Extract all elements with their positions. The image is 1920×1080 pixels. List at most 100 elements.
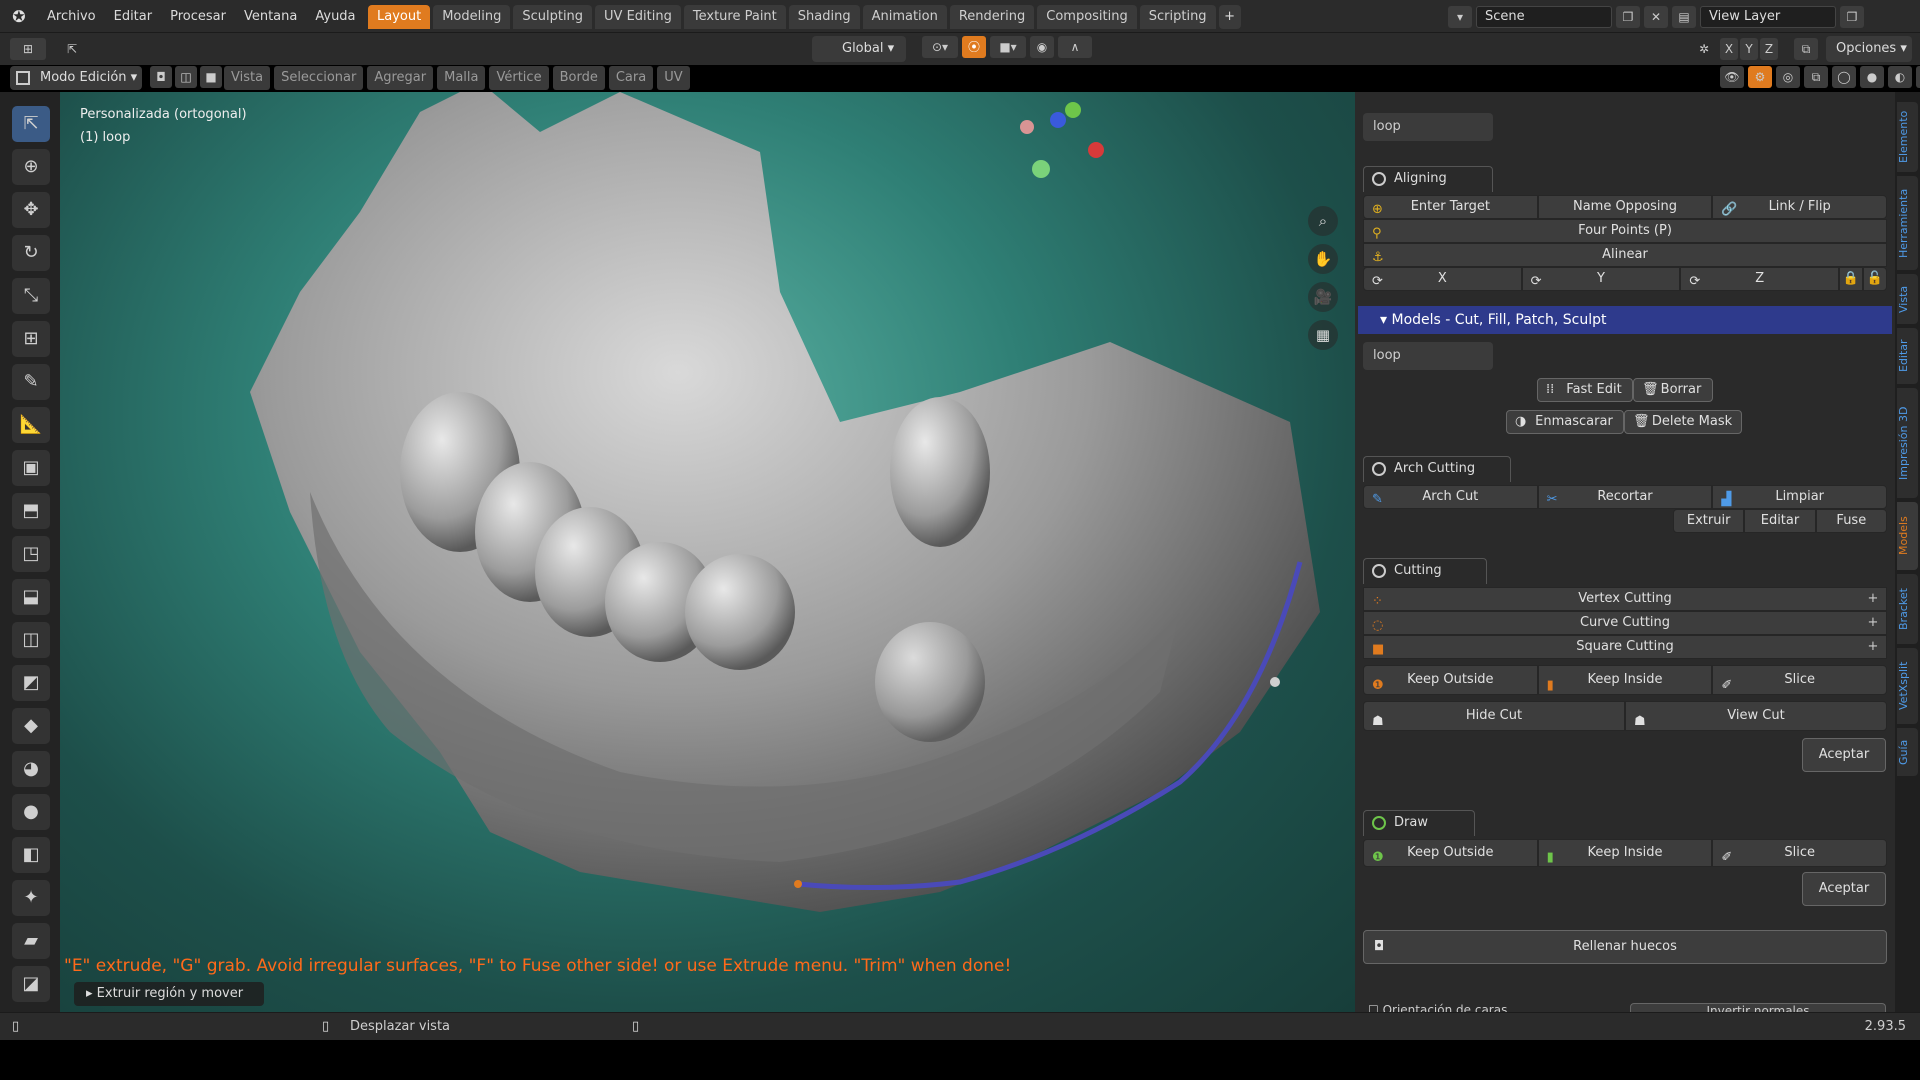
axis-y-toggle[interactable]: Y	[1740, 38, 1758, 60]
overlay-mirror-icon[interactable]: ⧉	[1794, 38, 1818, 60]
tab-bracket[interactable]: Bracket	[1897, 574, 1918, 644]
view-cut-button[interactable]: ☗ View Cut	[1625, 701, 1887, 731]
scene-field[interactable]: Scene	[1476, 6, 1612, 28]
pan-hand-icon[interactable]: ✋	[1308, 244, 1338, 274]
lock-button-1[interactable]: 🔒	[1839, 267, 1864, 291]
edge-select-icon[interactable]: ◫	[175, 66, 197, 88]
measure-icon[interactable]: 📐	[12, 407, 50, 443]
invertir-normales-button[interactable]: Invertir normales	[1630, 1003, 1886, 1012]
menu-archivo[interactable]: Archivo	[38, 9, 105, 24]
arch-cutting-tab[interactable]: Arch Cutting Tool	[1363, 456, 1511, 500]
tab-rendering[interactable]: Rendering	[949, 5, 1035, 29]
menu-vista[interactable]: Vista	[224, 66, 271, 90]
axis-x-toggle[interactable]: X	[1720, 38, 1738, 60]
tab-sculpting[interactable]: Sculpting	[513, 5, 593, 29]
rotate-icon[interactable]: ↻	[12, 235, 50, 271]
menu-borde[interactable]: Borde	[552, 66, 605, 90]
lasso-slice-button[interactable]: ✐ Slice	[1712, 839, 1888, 867]
tab-layout[interactable]: Layout	[368, 5, 431, 29]
rotate-y-button[interactable]: ⟳ Y	[1521, 267, 1681, 291]
models-name-field[interactable]: loop	[1363, 342, 1493, 370]
limpiar-button[interactable]: ▟ Limpiar	[1712, 485, 1888, 509]
shear-icon[interactable]: ▰	[12, 923, 50, 959]
scale-icon[interactable]: ⤡	[12, 278, 50, 314]
square-add-icon[interactable]: +	[1864, 636, 1882, 658]
view-layer-icon[interactable]: ▤	[1672, 6, 1696, 28]
tab-shading[interactable]: Shading	[788, 5, 860, 29]
fuse-button[interactable]: Fuse	[1815, 509, 1887, 533]
falloff-icon[interactable]: ∧	[1058, 36, 1092, 58]
vertex-select-icon[interactable]: ◘	[150, 66, 172, 88]
transform-icon[interactable]: ⊞	[12, 321, 50, 357]
loop-cut-icon[interactable]: ◫	[12, 622, 50, 658]
view-layer-copy-icon[interactable]: ❐	[1840, 6, 1864, 28]
face-orientation-toggle[interactable]: ☐ Orientación de caras	[1368, 1003, 1507, 1012]
gizmo-z-axis[interactable]	[1050, 112, 1066, 128]
add-cube-icon[interactable]: ▣	[12, 450, 50, 486]
knife-icon[interactable]: ◩	[12, 665, 50, 701]
vertex-cutting-button[interactable]: ⁘ Vertex Cutting +	[1363, 587, 1887, 611]
select-tool-icon[interactable]: ⇱	[60, 38, 84, 60]
fast-edit-button[interactable]: ⁞⁞ Fast Edit	[1537, 378, 1633, 402]
rip-icon[interactable]: ◪	[12, 966, 50, 1002]
last-operator-panel[interactable]: ▸ Extruir región y mover	[74, 982, 264, 1006]
lasso-keep-inside-button[interactable]: ▮ Keep Inside	[1537, 839, 1713, 867]
object-name-field[interactable]: loop	[1363, 113, 1493, 141]
wireframe-shading-icon[interactable]: ◯	[1832, 66, 1856, 88]
name-opposing-button[interactable]: Name Opposing	[1537, 195, 1713, 219]
grid-icon[interactable]: ▦	[1308, 320, 1338, 350]
gizmo-toggle-icon[interactable]: ⚙	[1748, 66, 1772, 88]
borrar-button[interactable]: 🗑 Borrar	[1633, 378, 1713, 402]
snap-icon[interactable]: ⦿	[962, 36, 986, 58]
tab-vista[interactable]: Vista	[1897, 274, 1918, 324]
models-panel-header[interactable]: ▾ Models - Cut, Fill, Patch, Sculpt	[1358, 306, 1892, 334]
enter-target-button[interactable]: ⊕ Enter Target	[1363, 195, 1538, 219]
navigation-gizmo[interactable]	[1020, 102, 1104, 182]
menu-cara[interactable]: Cara	[608, 66, 654, 90]
tab-scripting[interactable]: Scripting	[1139, 5, 1216, 29]
options-dropdown[interactable]: Opciones ▾	[1826, 36, 1912, 62]
lasso-aceptar-button[interactable]: Aceptar	[1802, 872, 1886, 906]
four-points-button[interactable]: ⚲ Four Points (P)	[1363, 219, 1887, 243]
pivot-icon[interactable]: ⊙▾	[922, 36, 958, 58]
arch-cut-button[interactable]: ✎ Arch Cut	[1363, 485, 1538, 509]
enmascarar-button[interactable]: ◑ Enmascarar	[1506, 410, 1624, 434]
menu-malla[interactable]: Malla	[437, 66, 486, 90]
scene-copy-icon[interactable]: ❐	[1616, 6, 1640, 28]
tab-impresion-3d[interactable]: Impresión 3D	[1897, 388, 1918, 498]
hide-cut-button[interactable]: ☗ Hide Cut	[1363, 701, 1625, 731]
lock-button-2[interactable]: 🔓	[1863, 267, 1888, 291]
3d-viewport[interactable]	[60, 92, 1355, 1012]
add-workspace-button[interactable]: +	[1218, 5, 1241, 29]
tab-modeling[interactable]: Modeling	[433, 5, 511, 29]
delete-mask-button[interactable]: 🗑 Delete Mask	[1624, 410, 1742, 434]
tab-models[interactable]: Models	[1897, 502, 1918, 570]
tab-vetxsplit[interactable]: VetXsplit	[1897, 648, 1918, 724]
cutting-aceptar-button[interactable]: Aceptar	[1802, 738, 1886, 772]
lasso-keep-outside-button[interactable]: ❶ Keep Outside	[1363, 839, 1538, 867]
curve-cutting-button[interactable]: ◌ Curve Cutting +	[1363, 611, 1887, 635]
tab-texture-paint[interactable]: Texture Paint	[683, 5, 786, 29]
tab-uv-editing[interactable]: UV Editing	[595, 5, 681, 29]
view-layer-field[interactable]: View Layer	[1700, 6, 1836, 28]
scene-close-icon[interactable]: ✕	[1644, 6, 1668, 28]
edge-slide-icon[interactable]: ◧	[12, 837, 50, 873]
rellenar-huecos-button[interactable]: ◘ Rellenar huecos	[1363, 930, 1887, 964]
tab-guia[interactable]: Guía	[1897, 728, 1918, 776]
menu-uv[interactable]: UV	[657, 66, 690, 90]
curve-add-icon[interactable]: +	[1864, 612, 1882, 634]
gizmo-y-axis[interactable]	[1065, 102, 1081, 118]
tab-animation[interactable]: Animation	[862, 5, 947, 29]
keep-outside-button[interactable]: ❶ Keep Outside	[1363, 665, 1538, 695]
solid-shading-icon[interactable]: ●	[1860, 66, 1884, 88]
tab-compositing[interactable]: Compositing	[1037, 5, 1137, 29]
draw-lasso-tab[interactable]: Draw Lasso	[1363, 810, 1475, 854]
axis-lock-icon[interactable]: ✲	[1692, 38, 1716, 60]
cursor-icon[interactable]: ⊕	[12, 149, 50, 185]
tab-elemento[interactable]: Elemento	[1897, 102, 1918, 172]
menu-vertice[interactable]: Vértice	[489, 66, 549, 90]
keep-inside-button[interactable]: ▮ Keep Inside	[1537, 665, 1713, 695]
vertex-add-icon[interactable]: +	[1864, 588, 1882, 610]
inset-icon[interactable]: ◳	[12, 536, 50, 572]
menu-procesar[interactable]: Procesar	[161, 9, 235, 24]
